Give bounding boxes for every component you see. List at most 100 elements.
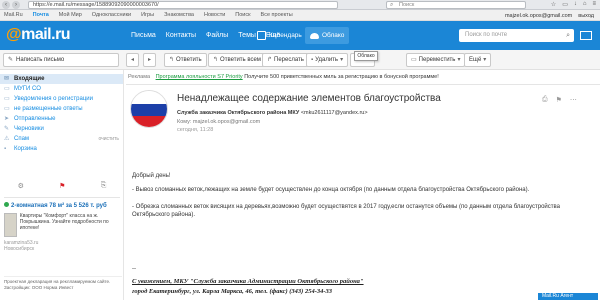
trash-icon: ▪ xyxy=(311,57,314,63)
print-icon[interactable]: ⎙ xyxy=(542,96,548,104)
forward-icon[interactable]: › xyxy=(12,0,20,9)
bookmark-icon[interactable]: ▭ xyxy=(562,1,568,8)
portal-link-games[interactable]: Игры xyxy=(141,12,154,18)
promo-line: Реклама Программа лояльности S7 Priority… xyxy=(128,72,596,82)
clear-spam-link[interactable]: очистить xyxy=(98,134,119,144)
reply-button[interactable]: ↰ Ответить xyxy=(164,53,207,67)
calendar-button[interactable]: Календарь xyxy=(257,27,302,44)
folder-trash[interactable]: ▪ Корзина xyxy=(0,144,123,154)
url-bar[interactable]: https://e.mail.ru/message/15889092090000… xyxy=(28,1,338,9)
move-button[interactable]: ▭ Переместить ▾ xyxy=(406,53,466,67)
home-icon[interactable]: ⌂ xyxy=(583,1,587,8)
cloud-button[interactable]: Облако xyxy=(305,27,350,44)
menu-letters[interactable]: Письма xyxy=(126,29,161,42)
promo-link[interactable]: Программа лояльности S7 Priority xyxy=(156,74,243,80)
sender-email[interactable]: <mku2611117@yandex.ru> xyxy=(301,110,368,116)
download-icon[interactable]: ↓ xyxy=(574,1,577,8)
arrow-left-icon: ◂ xyxy=(131,57,135,63)
user-email[interactable]: majzel.ok.opos@gmail.com xyxy=(505,13,572,19)
mailru-logo[interactable]: @mail.ru xyxy=(6,26,71,44)
more-button[interactable]: Ещё ▾ xyxy=(464,53,492,67)
reply-all-button[interactable]: ↰ Ответить всем xyxy=(208,53,266,67)
calendar-label: Календарь xyxy=(269,32,302,39)
prev-button[interactable]: ◂ xyxy=(126,53,140,67)
promo-divider xyxy=(126,84,600,85)
sender-avatar xyxy=(130,90,168,128)
more-icon[interactable]: ⋯ xyxy=(570,96,577,104)
search-icon[interactable]: ⌕ xyxy=(566,29,570,42)
mail-header: @mail.ru Письма Контакты Файлы Темы Ещё … xyxy=(0,21,600,50)
settings-icon[interactable]: ⚙ xyxy=(18,182,24,190)
folder-label: Черновики xyxy=(14,126,44,132)
logout-link[interactable]: выход xyxy=(578,13,594,19)
folder-icon: ▭ xyxy=(4,96,10,102)
forward-button[interactable]: ↱ Переслать xyxy=(262,53,309,67)
ad-image[interactable] xyxy=(4,213,17,237)
portal-link-search[interactable]: Поиск xyxy=(235,12,250,18)
calendar-icon xyxy=(257,31,266,40)
cloud-icon xyxy=(310,32,319,39)
agent-badge[interactable]: Mail.Ru Агент xyxy=(538,293,598,300)
trash-icon: ▪ xyxy=(4,146,7,152)
portal-bar: Mail.Ru Почта Мой Мир Одноклассники Игры… xyxy=(0,10,600,21)
next-button[interactable]: ▸ xyxy=(143,53,157,67)
recipient-email[interactable]: majzel.ok.opos@gmail.com xyxy=(193,119,260,125)
message-greeting: Добрый день! xyxy=(132,173,171,179)
folder-spam[interactable]: ⚠ Спам очистить xyxy=(0,134,123,144)
portal-user-area: majzel.ok.opos@gmail.com выход xyxy=(505,10,594,21)
sidebar-ad[interactable]: 2-комнатная 78 м² за 5 526 т. руб Кварти… xyxy=(4,202,122,252)
expand-icon[interactable] xyxy=(580,31,592,40)
ad-title[interactable]: 2-комнатная 78 м² за 5 526 т. руб xyxy=(4,202,122,210)
menu-contacts[interactable]: Контакты xyxy=(161,29,201,42)
folder-inbox[interactable]: ✉ Входящие xyxy=(0,74,123,84)
logo-text: mail.ru xyxy=(21,26,71,43)
menu-icon[interactable]: ≡ xyxy=(592,1,596,8)
folder-registration[interactable]: ▭ Уведомления о регистрации xyxy=(0,94,123,104)
back-icon[interactable]: ‹ xyxy=(2,0,10,9)
folder-sent[interactable]: ➤ Отправленные xyxy=(0,114,123,124)
cloud-tooltip: Облако xyxy=(354,51,378,61)
folder-drafts[interactable]: ✎ Черновики xyxy=(0,124,123,134)
browser-search-input[interactable]: ⌕ Поиск xyxy=(386,1,526,9)
recipient-label: Кому: xyxy=(177,119,192,125)
ad-city: Новосибирск xyxy=(4,246,35,252)
folder-mugi-so[interactable]: ▭ МУГИ СО xyxy=(0,84,123,94)
sender-name[interactable]: Служба заказчика Октябрьского района МКУ xyxy=(177,110,299,116)
compose-label: Написать письмо xyxy=(16,57,65,63)
ad-title-text: 2-комнатная 78 м² за 5 526 т. руб xyxy=(11,203,107,209)
message-sender: Служба заказчика Октябрьского района МКУ… xyxy=(177,110,368,116)
mail-search-input[interactable]: Поиск по почте ⌕ xyxy=(459,29,574,42)
portal-link-dating[interactable]: Знакомства xyxy=(164,12,194,18)
star-icon[interactable]: ☆ xyxy=(551,1,556,8)
attachment-icon[interactable]: ⎘ xyxy=(101,182,107,190)
ad-dot-icon xyxy=(4,202,9,207)
reply-all-icon: ↰ xyxy=(213,57,219,63)
message-toolbar: ✎ Написать письмо ◂ ▸ ↰ Ответить ↰ Ответ… xyxy=(0,50,600,70)
forward-label: Переслать xyxy=(274,57,304,63)
portal-link-my-world[interactable]: Мой Мир xyxy=(59,12,82,18)
sidebar-divider xyxy=(4,197,120,198)
portal-link-ok[interactable]: Одноклассники xyxy=(92,12,131,18)
promo-label: Реклама xyxy=(128,74,151,80)
draft-icon: ✎ xyxy=(4,126,10,132)
ad-meta: karamzina53.ru Новосибирск xyxy=(4,240,122,252)
ad-footnote: Проектная декларация на реклламируемом с… xyxy=(4,276,122,290)
flag-icon[interactable]: ⚑ xyxy=(59,182,65,190)
portal-link-all-projects[interactable]: Все проекты xyxy=(261,12,293,18)
folder-icon: ▭ xyxy=(411,57,417,63)
folder-label: Спам xyxy=(14,136,30,142)
folder-unposted[interactable]: ▭ не размещенные ответы xyxy=(0,104,123,114)
cloud-label: Облако xyxy=(322,32,345,39)
compose-button[interactable]: ✎ Написать письмо xyxy=(3,53,119,67)
signature-line-2: город Екатеринбург, ул. Карла Маркса, 46… xyxy=(132,288,333,295)
forward-arrow-icon: ↱ xyxy=(267,57,273,63)
signature-separator: -- xyxy=(132,266,136,272)
portal-link-news[interactable]: Новости xyxy=(204,12,225,18)
portal-link-mailru[interactable]: Mail.Ru xyxy=(4,12,23,18)
delete-button[interactable]: ▪ Удалить ▾ xyxy=(306,53,349,67)
folder-icon: ▭ xyxy=(4,86,10,92)
flag-icon[interactable]: ⚑ xyxy=(556,96,562,104)
portal-link-mail[interactable]: Почта xyxy=(33,12,49,18)
mail-search-placeholder: Поиск по почте xyxy=(465,32,508,38)
menu-files[interactable]: Файлы xyxy=(201,29,233,42)
